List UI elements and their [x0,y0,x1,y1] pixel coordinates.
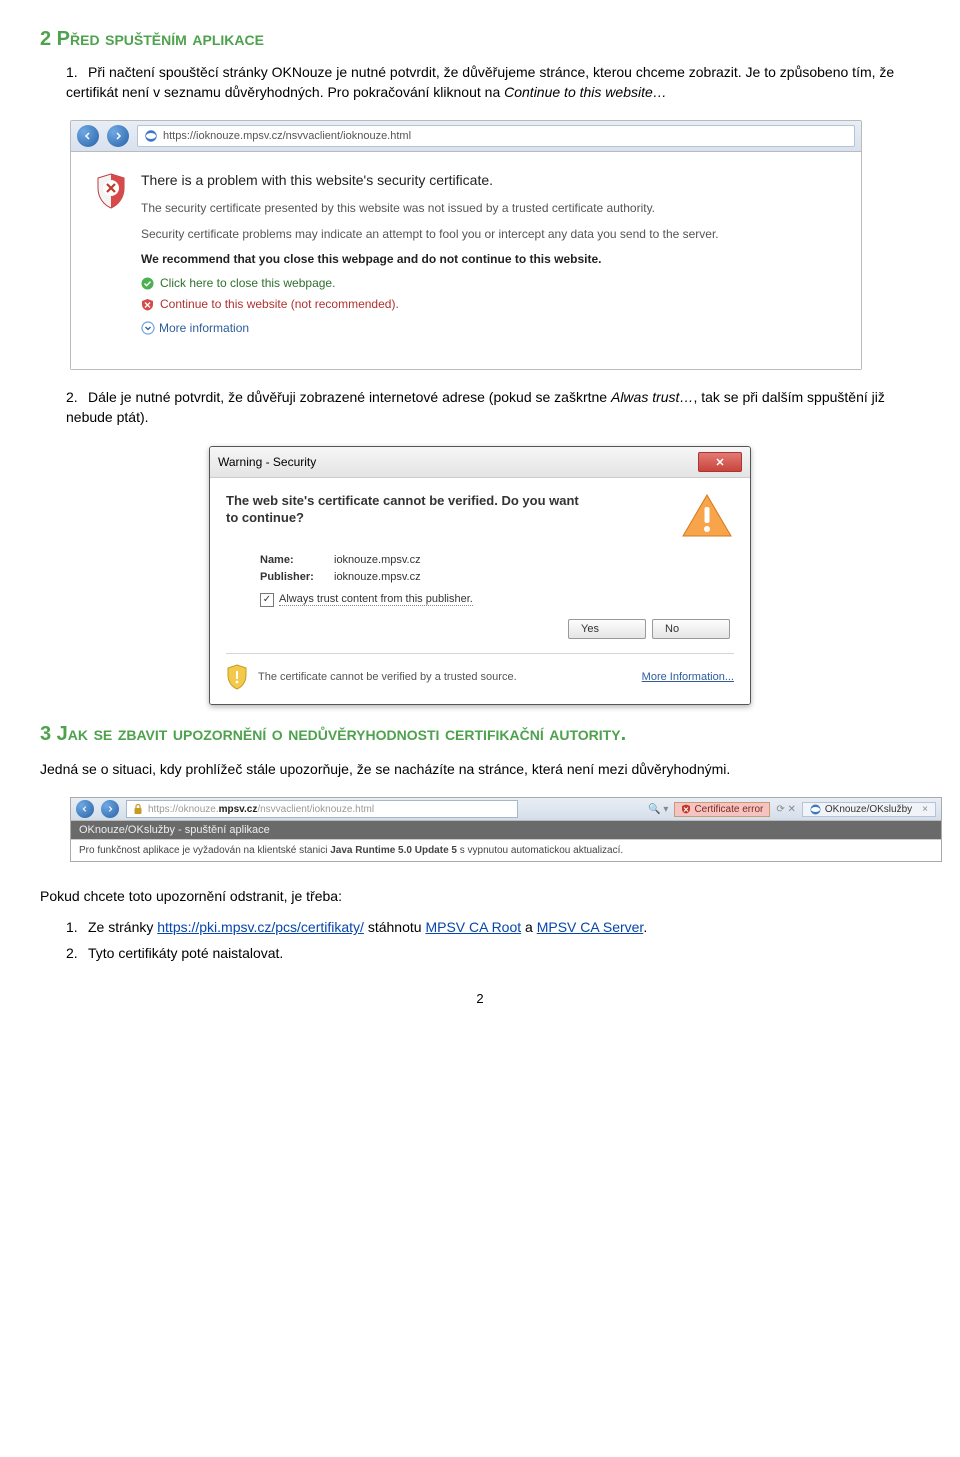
dialog-close-button[interactable] [698,452,742,472]
section3-paragraph: Jedná se o situaci, kdy prohlížeč stále … [40,760,920,780]
no-button[interactable]: No [652,619,730,639]
close-webpage-link[interactable]: Click here to close this webpage. [141,276,821,290]
lock-icon [132,803,144,815]
address-bar[interactable]: https://oknouze.mpsv.cz/nsvvaclient/iokn… [126,800,518,818]
ca-server-link[interactable]: MPSV CA Server [537,919,644,935]
ie-page-icon [144,129,158,143]
nav-forward-button[interactable] [107,125,129,147]
section2-item2: 2.Dále je nutné potvrdit, že důvěřuji zo… [66,388,920,427]
dialog-question: The web site's certificate cannot be ver… [226,492,586,527]
after-item2: 2.Tyto certifikáty poté naistalovat. [66,944,920,964]
after-item1: 1.Ze stránky https://pki.mpsv.cz/pcs/cer… [66,918,920,938]
shield-warning-icon [226,664,248,690]
ie-page-icon [810,804,821,815]
chevron-down-icon [141,321,155,335]
checkbox-icon: ✓ [260,593,274,607]
page-info-msg: Pro funkčnost aplikace je vyžadován na k… [71,839,941,861]
browser-bar-screenshot: https://oknouze.mpsv.cz/nsvvaclient/iokn… [70,797,942,862]
more-information-link[interactable]: More Information... [642,671,734,683]
shield-x-icon [141,298,154,311]
after-lead: Pokud chcete toto upozornění odstranit, … [40,888,920,904]
pki-link[interactable]: https://pki.mpsv.cz/pcs/certifikaty/ [157,919,364,935]
section2-heading: 2 Před spuštěním aplikace [40,28,920,51]
warning-triangle-icon [680,492,734,540]
always-trust-checkbox[interactable]: ✓ Always trust content from this publish… [260,593,734,607]
cert-error-title: There is a problem with this website's s… [141,172,821,188]
yes-button[interactable]: Yes [568,619,646,639]
nav-back-button[interactable] [77,125,99,147]
address-bar[interactable]: https://ioknouze.mpsv.cz/nsvvaclient/iok… [137,125,855,147]
section3-heading: 3 Jak se zbavit upozornění o nedůvěryhod… [40,723,920,746]
browser-tab[interactable]: OKnouze/OKslužby × [802,802,936,817]
field-name: Name: ioknouze.mpsv.cz [260,554,734,566]
ca-root-link[interactable]: MPSV CA Root [425,919,521,935]
nav-forward-button[interactable] [101,800,119,818]
section2-item1: 1.Při načtení spouštěcí stránky OKNouze … [66,63,920,102]
certificate-error-chip[interactable]: Certificate error [674,802,770,817]
page-subtitle-bar: OKnouze/OKslužby - spuštění aplikace [71,821,941,839]
java-security-dialog: Warning - Security The web site's certif… [209,446,751,705]
browser-toolbar: https://ioknouze.mpsv.cz/nsvvaclient/iok… [71,121,861,152]
continue-website-link[interactable]: Continue to this website (not recommende… [141,297,821,311]
shield-alert-icon [95,172,127,210]
check-circle-icon [141,277,154,290]
ie-cert-error-screenshot: https://ioknouze.mpsv.cz/nsvvaclient/iok… [70,120,862,370]
dialog-titlebar: Warning - Security [210,447,750,478]
page-number: 2 [40,991,920,1006]
more-information-toggle[interactable]: More information [141,321,821,335]
shield-x-icon [681,804,691,814]
nav-back-button[interactable] [76,800,94,818]
field-publisher: Publisher: ioknouze.mpsv.cz [260,571,734,583]
